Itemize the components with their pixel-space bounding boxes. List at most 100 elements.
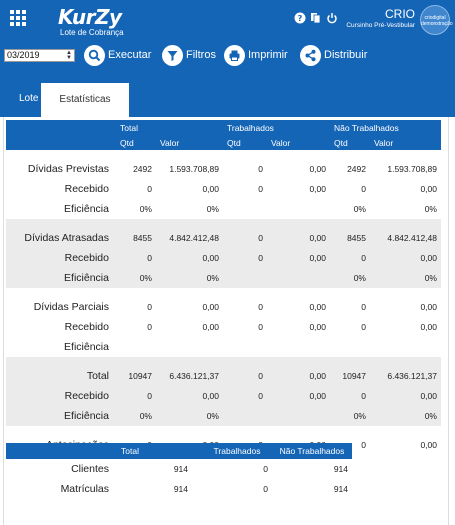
table-row: Dívidas Parciais 0 0,00 0 0,00 0 0,00	[6, 297, 441, 317]
cell-value: 4.842.412,48	[370, 228, 441, 248]
subheader-qtd: Qtd	[116, 135, 156, 150]
cell-value: 0,00	[309, 302, 326, 312]
app-header: KurZy Lote de Cobrança ? CRIO Cursinho P…	[0, 0, 455, 80]
cell-value: 0%	[116, 268, 156, 288]
svg-text:?: ?	[298, 14, 303, 23]
group-header-row: Total Trabalhados Não Trabalhados	[6, 120, 441, 135]
table-row: Dívidas Atrasadas 8455 4.842.412,48 0 0,…	[6, 228, 441, 248]
logo-subtitle: Lote de Cobrança	[60, 28, 124, 37]
cell-value	[223, 199, 267, 219]
cell-value	[267, 268, 330, 288]
cell-value: 0,00	[420, 440, 437, 450]
cell-value: 0,00	[420, 322, 437, 332]
distribuir-button[interactable]: Distribuir	[300, 44, 367, 66]
filter-icon	[162, 44, 183, 66]
cell-value: 0,00	[309, 184, 326, 194]
period-select[interactable]: 03/2019 ▲ ▼	[4, 49, 75, 62]
cell-value: 6.436.121,37	[156, 366, 223, 386]
print-icon	[224, 44, 245, 66]
table-row: Recebido 0 0,00 0 0,00 0 0,00	[6, 317, 441, 337]
help-icon[interactable]: ?	[294, 12, 306, 24]
row-label: Eficiência	[64, 341, 109, 353]
row-label: Dívidas Parciais	[33, 301, 109, 313]
summary-header-nao-trabalhados: Não Trabalhados	[272, 443, 352, 459]
cell-value: 0%	[206, 204, 219, 214]
cell-value: 0	[116, 248, 156, 268]
row-label: Recebido	[64, 183, 109, 195]
table-row: Recebido 0 0,00 0 0,00 0 0,00	[6, 386, 441, 406]
share-icon	[300, 44, 321, 66]
cell-value: 0	[330, 248, 370, 268]
cell-value: 1.593.708,89	[169, 164, 219, 174]
client-subtitle: Cursinho Pré-Vestibular	[346, 22, 415, 29]
cell-value: 8455	[116, 228, 156, 248]
cell-value: 0	[147, 184, 152, 194]
cell-value: 0,00	[202, 184, 219, 194]
cell-value: 0%	[116, 406, 156, 426]
cell-value: 0%	[370, 268, 441, 288]
imprimir-label: Imprimir	[248, 49, 288, 61]
cell-value: 0%	[424, 204, 437, 214]
cell-value	[156, 337, 223, 357]
cell-value	[267, 199, 330, 219]
cell-value: 0,00	[156, 386, 223, 406]
filtros-button[interactable]: Filtros	[162, 44, 216, 66]
tab-bar: Lote Estatísticas	[0, 80, 455, 117]
cell-value: 1.593.708,89	[387, 164, 437, 174]
filtros-label: Filtros	[186, 49, 216, 61]
cell-value: 914	[173, 464, 188, 474]
tab-lote[interactable]: Lote	[19, 80, 38, 117]
table-row: Clientes 914 0 914	[6, 459, 352, 479]
documents-icon[interactable]	[310, 12, 322, 24]
row-label: Recebido	[6, 248, 116, 268]
cell-value	[223, 337, 267, 357]
cell-value: 0,00	[267, 386, 330, 406]
cell-value: 0,00	[267, 228, 330, 248]
cell-value: 0,00	[202, 302, 219, 312]
row-label: Recebido	[6, 386, 116, 406]
subheader-qtd: Qtd	[223, 135, 267, 150]
statistics-table: Total Trabalhados Não Trabalhados Qtd Va…	[6, 120, 441, 455]
header-nao-trabalhados: Não Trabalhados	[330, 120, 441, 135]
cell-value: 0%	[370, 406, 441, 426]
summary-header-row: Total Trabalhados Não Trabalhados	[6, 443, 352, 459]
header-total: Total	[116, 120, 223, 135]
imprimir-button[interactable]: Imprimir	[224, 44, 288, 66]
cell-value: 0	[258, 164, 263, 174]
table-row: Eficiência 0% 0% 0% 0%	[6, 268, 441, 288]
cell-value: 2492	[133, 164, 152, 174]
cell-value: 0%	[330, 268, 370, 288]
executar-button[interactable]: Executar	[84, 44, 151, 66]
cell-value: 914	[333, 484, 348, 494]
cell-value: 0	[361, 184, 366, 194]
table-row: Eficiência	[6, 337, 441, 357]
search-icon	[84, 44, 105, 66]
row-label: Matrículas	[60, 483, 109, 495]
apps-grid-icon[interactable]	[10, 10, 26, 26]
statistics-panel: Total Trabalhados Não Trabalhados Qtd Va…	[3, 117, 449, 525]
avatar[interactable]: criodigital demonstração	[420, 5, 453, 35]
tab-estatisticas[interactable]: Estatísticas	[41, 83, 129, 117]
row-label: Dívidas Previstas	[27, 163, 109, 175]
cell-value	[116, 337, 156, 357]
power-icon[interactable]	[326, 12, 338, 24]
cell-value: 0	[263, 464, 268, 474]
summary-header-total: Total	[116, 443, 192, 459]
row-label: Eficiência	[64, 203, 109, 215]
cell-value	[267, 406, 330, 426]
cell-value: 0	[116, 386, 156, 406]
cell-value: 914	[333, 464, 348, 474]
period-value: 03/2019	[7, 50, 40, 60]
table-row: Recebido 0 0,00 0 0,00 0 0,00	[6, 248, 441, 268]
cell-value	[223, 268, 267, 288]
cell-value: 0%	[330, 406, 370, 426]
cell-value: 0%	[353, 204, 366, 214]
subheader-valor: Valor	[267, 135, 330, 150]
updown-icon: ▲ ▼	[66, 50, 72, 61]
cell-value: 4.842.412,48	[156, 228, 223, 248]
cell-value: 0,00	[370, 248, 441, 268]
summary-header-trabalhados: Trabalhados	[192, 443, 272, 459]
cell-value	[267, 337, 330, 357]
cell-value: 0	[361, 302, 366, 312]
cell-value	[330, 337, 370, 357]
